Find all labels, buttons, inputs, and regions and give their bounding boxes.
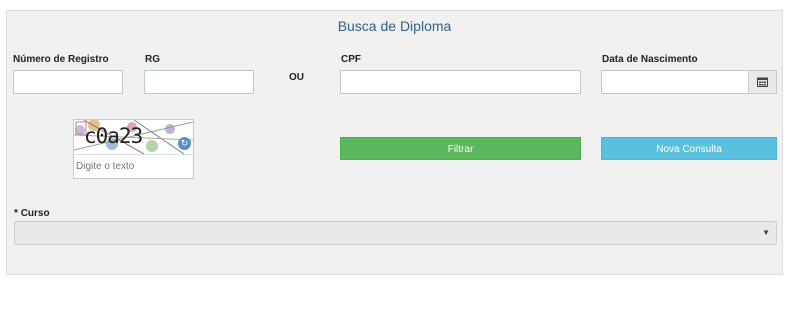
calendar-button[interactable] xyxy=(748,70,777,94)
chevron-down-icon: ▼ xyxy=(762,228,770,237)
registro-label: Número de Registro xyxy=(13,54,109,65)
captcha-widget: c0a23 ↻ xyxy=(73,119,194,179)
ou-text: OU xyxy=(289,72,304,83)
captcha-input[interactable] xyxy=(74,154,193,178)
registro-input[interactable] xyxy=(13,70,123,94)
calendar-icon xyxy=(757,77,768,87)
required-mark: * xyxy=(14,208,18,219)
cpf-input[interactable] xyxy=(340,70,581,94)
nova-consulta-button[interactable]: Nova Consulta xyxy=(601,137,777,160)
nascimento-label: Data de Nascimento xyxy=(602,54,698,65)
captcha-text: c0a23 xyxy=(84,124,143,148)
refresh-icon: ↻ xyxy=(180,138,189,148)
captcha-refresh-button[interactable]: ↻ xyxy=(178,137,191,150)
filtrar-button[interactable]: Filtrar xyxy=(340,137,581,160)
curso-label-text: Curso xyxy=(20,208,50,219)
cpf-label: CPF xyxy=(341,54,361,65)
captcha-image: c0a23 ↻ xyxy=(74,120,193,154)
rg-input[interactable] xyxy=(144,70,254,94)
search-panel: Busca de Diploma Número de Registro RG O… xyxy=(6,10,783,275)
curso-label: * Curso xyxy=(14,208,50,219)
nascimento-input[interactable] xyxy=(601,70,749,94)
page-title: Busca de Diploma xyxy=(337,18,452,34)
curso-select[interactable]: ▼ xyxy=(14,221,777,245)
rg-label: RG xyxy=(145,54,160,65)
